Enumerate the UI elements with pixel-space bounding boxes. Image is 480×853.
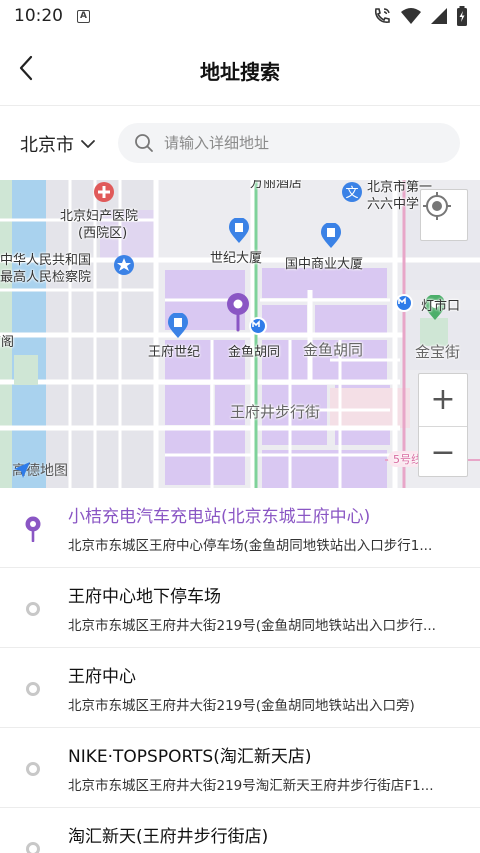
selected-pin-icon xyxy=(24,516,42,542)
signal-icon xyxy=(431,8,447,24)
locate-button[interactable] xyxy=(420,189,468,241)
status-bar: 10:20 A xyxy=(0,0,480,32)
result-title: 小桔充电汽车充电站(北京东城王府中心) xyxy=(68,507,371,527)
school-icon: 文 xyxy=(342,182,362,202)
list-item[interactable]: 王府中心 北京市东城区王府井大街219号(金鱼胡同地铁站出入口旁) xyxy=(0,648,480,728)
battery-charging-icon xyxy=(457,6,467,26)
map-label-jinbao-street: 金宝街 xyxy=(415,343,461,361)
zoom-in-button[interactable]: + xyxy=(419,374,467,426)
map-label-procuratorate-2: 最高人民检察院 xyxy=(0,270,92,285)
result-address: 北京市东城区王府井大街219号淘汇新天王府井步行街店F1... xyxy=(68,778,434,794)
svg-text:文: 文 xyxy=(345,186,358,201)
map-label-guozhong-tower: 国中商业大厦 xyxy=(285,257,364,272)
search-icon xyxy=(135,134,153,152)
building-icon-3 xyxy=(168,313,188,338)
crosshair-icon xyxy=(423,192,451,220)
list-item[interactable]: 淘汇新天(王府井步行街店) xyxy=(0,808,480,853)
status-time: 10:20 xyxy=(14,6,63,26)
map-label-wangfujing-walk: 王府井步行街 xyxy=(230,403,321,421)
result-address: 北京市东城区王府中心停车场(金鱼胡同地铁站出入口步行1... xyxy=(68,538,433,554)
result-address: 北京市东城区王府井大街219号(金鱼胡同地铁站出入口旁) xyxy=(68,698,415,714)
map-label-dengshikou: 灯市口 xyxy=(421,299,461,314)
page-title: 地址搜索 xyxy=(200,60,280,84)
unselected-dot-icon xyxy=(24,598,42,620)
hospital-icon xyxy=(94,182,114,202)
map-label-hospital-2: (西院区) xyxy=(78,226,128,241)
result-title: 王府中心地下停车场 xyxy=(68,587,221,607)
chevron-down-icon xyxy=(81,140,95,148)
map-label-top-partial: 万丽酒店 xyxy=(250,180,303,191)
map-view[interactable]: 文 万丽酒店 北京妇产医院 (西院区) 北京市第一 六六中学 中华人民共和国 最… xyxy=(0,180,480,488)
list-item[interactable]: NIKE·TOPSPORTS(淘汇新天店) 北京市东城区王府井大街219号淘汇新… xyxy=(0,728,480,808)
app-header: 地址搜索 xyxy=(0,32,480,106)
search-row: 北京市 xyxy=(0,107,480,180)
result-title: NIKE·TOPSPORTS(淘汇新天店) xyxy=(68,747,312,767)
map-label-left-partial: 南阁 xyxy=(0,335,15,350)
result-title: 王府中心 xyxy=(68,667,136,687)
status-icons xyxy=(372,6,468,26)
result-title: 淘汇新天(王府井步行街店) xyxy=(68,827,269,847)
building-icon-2 xyxy=(321,223,341,248)
notification-a-icon: A xyxy=(77,9,90,23)
procuratorate-icon xyxy=(114,255,134,275)
map-label-jinyu-road: 金鱼胡同 xyxy=(303,341,364,359)
building-icon-1 xyxy=(229,218,249,243)
search-input[interactable] xyxy=(164,134,444,152)
navigation-arrow-icon xyxy=(14,462,30,478)
metro-station-icon-jinyu xyxy=(249,317,267,335)
result-address: 北京市东城区王府井大街219号(金鱼胡同地铁站出入口步行... xyxy=(68,618,436,634)
list-item[interactable]: 王府中心地下停车场 北京市东城区王府井大街219号(金鱼胡同地铁站出入口步行..… xyxy=(0,568,480,648)
call-wifi-icon xyxy=(374,8,390,23)
zoom-controls: + − xyxy=(418,373,468,477)
map-label-shiji-tower: 世纪大厦 xyxy=(210,251,263,266)
map-label-school-2: 六六中学 xyxy=(367,197,420,212)
map-provider-logo: 高德地图 xyxy=(12,460,68,480)
city-label: 北京市 xyxy=(20,135,74,156)
unselected-dot-icon xyxy=(24,678,42,700)
zoom-out-button[interactable]: − xyxy=(419,426,467,478)
map-label-jinyu-station: 金鱼胡同 xyxy=(228,345,281,360)
wifi-icon xyxy=(401,8,421,24)
result-list: 小桔充电汽车充电站(北京东城王府中心) 北京市东城区王府中心停车场(金鱼胡同地铁… xyxy=(0,488,480,853)
map-label-wangfu-shiji: 王府世纪 xyxy=(148,345,201,360)
search-box[interactable] xyxy=(118,123,460,163)
location-pin-icon xyxy=(227,293,249,332)
unselected-dot-icon xyxy=(24,838,42,853)
metro-station-icon-dengshikou xyxy=(395,294,413,312)
city-selector[interactable]: 北京市 xyxy=(20,131,96,157)
unselected-dot-icon xyxy=(24,758,42,780)
list-item[interactable]: 小桔充电汽车充电站(北京东城王府中心) 北京市东城区王府中心停车场(金鱼胡同地铁… xyxy=(0,488,480,568)
